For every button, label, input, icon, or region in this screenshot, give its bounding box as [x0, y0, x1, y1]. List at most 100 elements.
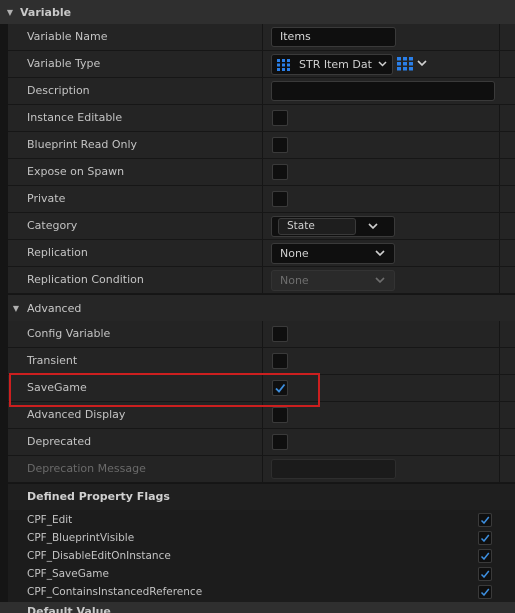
- column-divider[interactable]: [262, 321, 263, 347]
- flag-checkbox: [478, 567, 492, 581]
- checkmark-icon: [480, 570, 490, 579]
- field-label: SaveGame: [27, 381, 87, 394]
- flag-label: CPF_DisableEditOnInstance: [27, 550, 171, 562]
- property-flags-header: Defined Property Flags: [8, 484, 515, 510]
- row-deprecation-message: Deprecation Message: [8, 456, 515, 483]
- chevron-down-icon: [368, 223, 378, 230]
- transient-checkbox[interactable]: [272, 353, 288, 369]
- field-label: Private: [27, 192, 66, 205]
- field-label: Variable Name: [27, 30, 108, 43]
- column-divider[interactable]: [262, 456, 263, 482]
- private-checkbox[interactable]: [272, 191, 288, 207]
- row-replication: Replication None: [8, 240, 515, 267]
- chevron-down-icon: ▼: [6, 7, 14, 17]
- column-divider[interactable]: [262, 375, 263, 401]
- field-label: Blueprint Read Only: [27, 138, 138, 151]
- flag-checkbox: [478, 549, 492, 563]
- column-divider: [499, 267, 500, 293]
- row-instance-editable: Instance Editable: [8, 105, 515, 132]
- row-expose-on-spawn: Expose on Spawn: [8, 159, 515, 186]
- variable-section-header[interactable]: ▼ Variable: [0, 0, 515, 24]
- replication-value: None: [280, 247, 309, 260]
- chevron-down-icon: [375, 250, 385, 257]
- column-divider[interactable]: [262, 78, 263, 104]
- flag-label: CPF_BlueprintVisible: [27, 532, 135, 544]
- chevron-down-icon: [378, 61, 387, 67]
- section-title: Advanced: [27, 301, 82, 315]
- default-value-section-header[interactable]: Default Value: [0, 602, 515, 613]
- flag-label: CPF_SaveGame: [27, 568, 109, 580]
- advanced-section-header[interactable]: ▼ Advanced: [8, 295, 515, 321]
- array-grid-icon[interactable]: [397, 57, 413, 71]
- column-divider[interactable]: [262, 105, 263, 131]
- checkmark-icon: [480, 534, 490, 543]
- checkmark-icon: [480, 516, 490, 525]
- field-label: Description: [27, 84, 90, 97]
- list-item: CPF_ContainsInstancedReference: [8, 583, 515, 601]
- expose-on-spawn-checkbox[interactable]: [272, 164, 288, 180]
- list-item: CPF_BlueprintVisible: [8, 529, 515, 547]
- blueprint-read-only-checkbox[interactable]: [272, 137, 288, 153]
- checkmark-icon: [480, 588, 490, 597]
- save-game-checkbox[interactable]: [272, 380, 288, 396]
- row-save-game: SaveGame: [8, 375, 515, 402]
- row-description: Description: [8, 78, 515, 105]
- deprecation-message-input: [271, 459, 396, 479]
- struct-grid-icon: [277, 59, 290, 71]
- chevron-down-icon: [375, 277, 385, 284]
- column-divider: [499, 429, 500, 455]
- flag-checkbox: [478, 531, 492, 545]
- field-label: Deprecation Message: [27, 462, 146, 475]
- column-divider: [499, 51, 500, 77]
- field-label: Replication: [27, 246, 88, 259]
- column-divider[interactable]: [262, 24, 263, 50]
- flag-checkbox: [478, 585, 492, 599]
- field-label: Deprecated: [27, 435, 92, 448]
- replication-condition-dropdown: None: [271, 270, 395, 291]
- category-input[interactable]: State: [278, 218, 356, 235]
- chevron-down-icon: ▼: [12, 303, 20, 313]
- category-combo[interactable]: State: [271, 216, 395, 237]
- list-item: CPF_DisableEditOnInstance: [8, 547, 515, 565]
- advanced-display-checkbox[interactable]: [272, 407, 288, 423]
- column-divider[interactable]: [262, 186, 263, 212]
- field-label: Config Variable: [27, 327, 111, 340]
- field-label: Advanced Display: [27, 408, 126, 421]
- row-config-variable: Config Variable: [8, 321, 515, 348]
- column-divider[interactable]: [262, 429, 263, 455]
- row-replication-condition: Replication Condition None: [8, 267, 515, 294]
- column-divider: [499, 132, 500, 158]
- chevron-down-icon[interactable]: [417, 60, 427, 67]
- column-divider: [499, 402, 500, 428]
- list-item: CPF_SaveGame: [8, 565, 515, 583]
- column-divider: [499, 213, 500, 239]
- field-label: Transient: [27, 354, 78, 367]
- flag-checkbox: [478, 513, 492, 527]
- row-variable-type: Variable Type STR Item Data: [8, 51, 515, 78]
- row-private: Private: [8, 186, 515, 213]
- row-variable-name: Variable Name Items: [8, 24, 515, 51]
- replication-dropdown[interactable]: None: [271, 243, 395, 264]
- config-variable-checkbox[interactable]: [272, 326, 288, 342]
- column-divider[interactable]: [262, 267, 263, 293]
- flag-label: CPF_Edit: [27, 514, 73, 526]
- variable-type-combo[interactable]: STR Item Data: [271, 54, 393, 75]
- column-divider[interactable]: [262, 159, 263, 185]
- row-transient: Transient: [8, 348, 515, 375]
- field-label: Variable Type: [27, 57, 101, 70]
- variable-type-value: STR Item Data: [299, 58, 372, 71]
- column-divider[interactable]: [262, 402, 263, 428]
- variable-name-input[interactable]: Items: [271, 27, 396, 47]
- column-divider: [499, 24, 500, 50]
- column-divider[interactable]: [262, 51, 263, 77]
- replication-condition-value: None: [280, 274, 309, 287]
- column-divider[interactable]: [262, 240, 263, 266]
- description-input[interactable]: [271, 81, 495, 101]
- column-divider[interactable]: [262, 213, 263, 239]
- checkmark-icon: [480, 552, 490, 561]
- row-category: Category State: [8, 213, 515, 240]
- column-divider[interactable]: [262, 348, 263, 374]
- column-divider[interactable]: [262, 132, 263, 158]
- instance-editable-checkbox[interactable]: [272, 110, 288, 126]
- deprecated-checkbox[interactable]: [272, 434, 288, 450]
